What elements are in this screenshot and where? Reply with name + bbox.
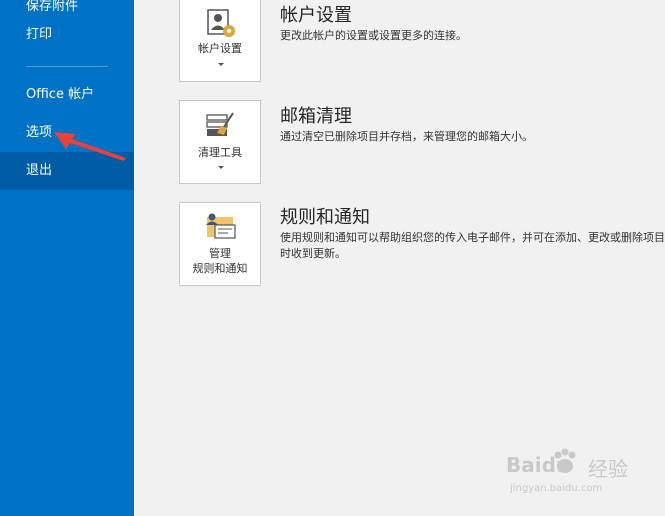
section-title-mailbox-cleanup: 邮箱清理 bbox=[280, 106, 352, 127]
sidebar-item-label: 打印 bbox=[26, 27, 53, 42]
tile-label-line1: 管理 bbox=[209, 247, 231, 260]
sidebar-item-office-account[interactable]: Office 帐户 bbox=[0, 76, 134, 114]
tile-label-line2: 规则和通知 bbox=[192, 262, 248, 275]
sidebar-item-label: 保存附件 bbox=[26, 0, 79, 14]
section-description-account-settings: 更改此帐户的设置或设置更多的连接。 bbox=[280, 29, 467, 42]
watermark-sub: 经验 bbox=[588, 457, 628, 481]
sidebar-item-label: Office 帐户 bbox=[26, 87, 95, 102]
sidebar-divider bbox=[26, 66, 108, 67]
sidebar-item-label: 选项 bbox=[26, 125, 53, 140]
tile-label: 清理工具 bbox=[198, 146, 242, 159]
sidebar-item-label: 退出 bbox=[26, 163, 53, 178]
account-info-panel: 帐户设置 帐户设置 更改此帐户的设置或设置更多的连接。 清理工具 邮箱清理 通过… bbox=[134, 0, 665, 516]
manage-rules-and-alerts-button[interactable]: 管理 规则和通知 bbox=[179, 202, 261, 286]
paw-icon bbox=[554, 448, 576, 473]
account-settings-button[interactable]: 帐户设置 bbox=[179, 0, 261, 82]
red-arrow-annotation bbox=[54, 132, 126, 161]
tile-label: 帐户设置 bbox=[198, 42, 242, 55]
sidebar-item-print[interactable]: 打印 bbox=[0, 16, 134, 54]
chevron-down-icon bbox=[218, 166, 224, 169]
backstage-sidebar: 保存附件 打印 Office 帐户 选项 退出 bbox=[0, 0, 134, 516]
cleanup-tools-icon bbox=[206, 112, 234, 136]
chevron-down-icon bbox=[218, 63, 224, 66]
section-title-account-settings: 帐户设置 bbox=[280, 5, 352, 26]
watermark-url: jingyan.baidu.com bbox=[510, 483, 603, 494]
account-settings-icon bbox=[207, 9, 235, 37]
rules-and-alerts-icon bbox=[206, 213, 236, 239]
cleanup-tools-button[interactable]: 清理工具 bbox=[179, 100, 261, 184]
section-description-mailbox-cleanup: 通过清空已删除项目并存档，来管理您的邮箱大小。 bbox=[280, 130, 533, 143]
baidu-jingyan-watermark: Baidu 经验 jingyan.baidu.com bbox=[506, 447, 636, 499]
section-description-rules-and-alerts: 使用规则和通知可以帮助组织您的传入电子邮件，并可在添加、更改或删除项目时收到更新… bbox=[280, 231, 665, 260]
section-title-rules-and-alerts: 规则和通知 bbox=[280, 207, 370, 228]
